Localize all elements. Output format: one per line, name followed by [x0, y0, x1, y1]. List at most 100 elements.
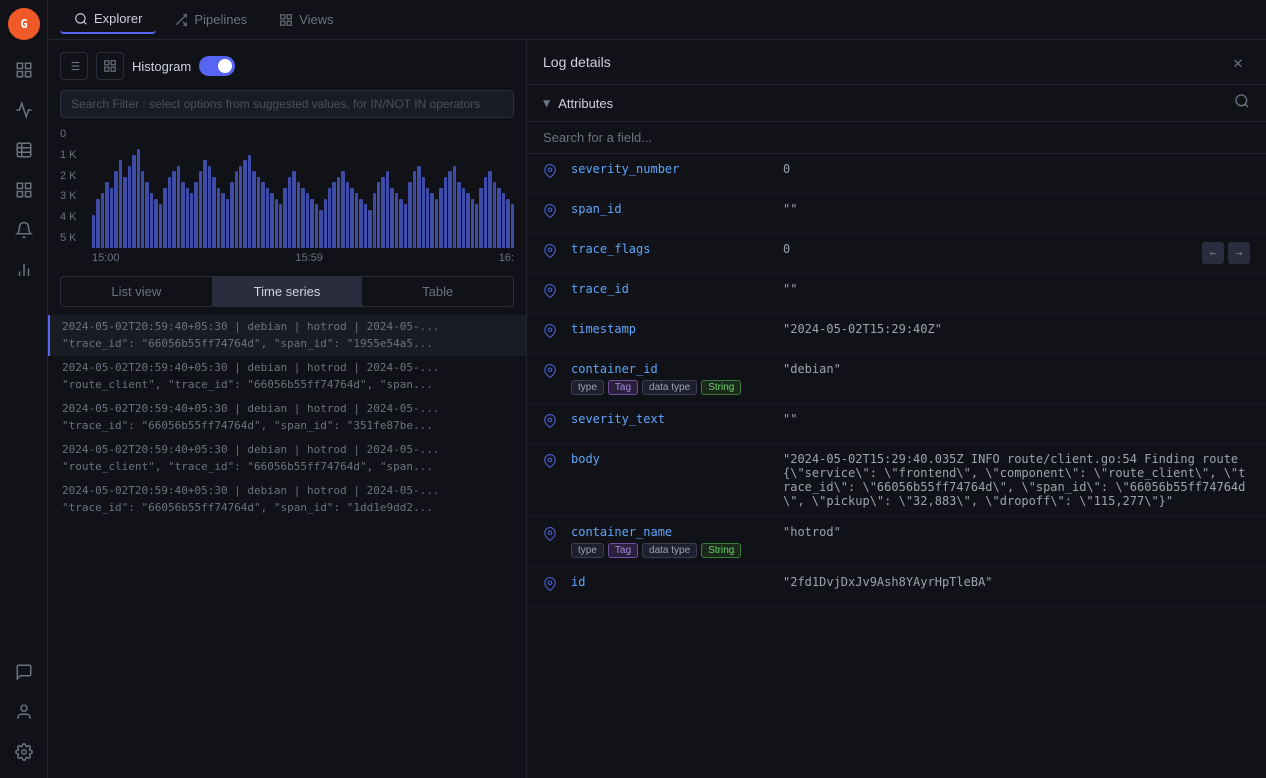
attribute-row[interactable]: span_id"" — [527, 194, 1266, 234]
attribute-row[interactable]: severity_text"" — [527, 404, 1266, 444]
chart-bar — [511, 204, 514, 248]
pin-icon — [543, 364, 559, 381]
attribute-row[interactable]: container_nametypeTagdata typeString"hot… — [527, 517, 1266, 567]
attribute-row[interactable]: timestamp "2024-05-02T15:29:40Z" — [527, 314, 1266, 354]
attribute-tag: type — [571, 543, 604, 558]
attribute-value-column: "2024-05-02T15:29:40Z" — [783, 322, 1250, 336]
attribute-row[interactable]: id"2fd1DvjDxJv9Ash8YAyrHpTleBА" — [527, 567, 1266, 607]
attribute-row[interactable]: severity_number0 — [527, 154, 1266, 194]
attribute-value: "2024-05-02T15:29:40Z" — [783, 322, 1250, 336]
log-entry[interactable]: 2024-05-02T20:59:40+05:30 | debian | hot… — [48, 397, 526, 438]
log-entry[interactable]: 2024-05-02T20:59:40+05:30 | debian | hot… — [48, 438, 526, 479]
chart-bar — [471, 199, 474, 249]
nav-tab-explorer[interactable]: Explorer — [60, 5, 156, 34]
attribute-value: 0 — [783, 242, 1194, 256]
chart-bar — [150, 193, 153, 248]
chart-bar — [408, 182, 411, 248]
attribute-row[interactable]: container_idtypeTagdata typeString"debia… — [527, 354, 1266, 404]
chart-bar — [257, 177, 260, 249]
histogram-toggle[interactable] — [199, 56, 235, 76]
grid-view-btn[interactable] — [96, 52, 124, 80]
attribute-value: "debian" — [783, 362, 1250, 376]
x-axis: 15:00 15:59 16: — [92, 248, 514, 264]
chart-bar — [186, 188, 189, 249]
chart-bar — [466, 193, 469, 248]
attribute-name: trace_id — [571, 282, 771, 296]
view-tabs: List view Time series Table — [60, 276, 514, 307]
chart-bar — [137, 149, 140, 248]
chart-bar — [395, 193, 398, 248]
main-content: Explorer Pipelines Views Histogram — [48, 0, 1266, 778]
chart-bar — [212, 177, 215, 249]
attribute-name: span_id — [571, 202, 771, 216]
sidebar-icon-settings[interactable] — [6, 734, 42, 770]
chart-bar — [373, 193, 376, 248]
close-button[interactable]: ✕ — [1226, 50, 1250, 74]
chart-bar — [462, 188, 465, 249]
chart-bar — [194, 182, 197, 248]
attribute-name-column: id — [571, 575, 771, 589]
log-details-panel: Log details ✕ ▼ Attributes severity_numb — [526, 40, 1266, 778]
nav-tab-pipelines-label: Pipelines — [194, 12, 247, 27]
chart-bar — [128, 166, 131, 249]
attribute-value: "2024-05-02T15:29:40.035Z INFO route/cli… — [783, 452, 1250, 508]
app-logo[interactable]: G — [8, 8, 40, 40]
chart-bar — [390, 188, 393, 249]
attribute-name: timestamp — [571, 322, 771, 336]
log-entry[interactable]: 2024-05-02T20:59:40+05:30 | debian | hot… — [48, 315, 526, 356]
chart-bar — [261, 182, 264, 248]
attribute-name: id — [571, 575, 771, 589]
sidebar-icon-grid[interactable] — [6, 172, 42, 208]
svg-text:G: G — [20, 17, 27, 31]
sidebar-icon-table[interactable] — [6, 132, 42, 168]
list-view-btn[interactable] — [60, 52, 88, 80]
log-line: "route_client", "trace_id": "66056b55ff7… — [62, 377, 514, 394]
log-entry[interactable]: 2024-05-02T20:59:40+05:30 | debian | hot… — [48, 356, 526, 397]
attribute-name: severity_number — [571, 162, 771, 176]
pin-icon — [543, 454, 559, 471]
chart-bar — [413, 171, 416, 248]
chart-bar — [386, 171, 389, 248]
chart-bar — [457, 182, 460, 248]
attribute-action-right[interactable]: → — [1228, 242, 1250, 264]
view-tab-list[interactable]: List view — [61, 277, 212, 306]
log-line: 2024-05-02T20:59:40+05:30 | debian | hot… — [62, 401, 514, 418]
sidebar-icon-activity[interactable] — [6, 92, 42, 128]
log-list: 2024-05-02T20:59:40+05:30 | debian | hot… — [48, 311, 526, 770]
attribute-action-left[interactable]: ← — [1202, 242, 1224, 264]
sidebar-icon-bell[interactable] — [6, 212, 42, 248]
chart-bar — [154, 199, 157, 249]
chart-bar — [297, 182, 300, 248]
attribute-name-column: span_id — [571, 202, 771, 216]
chart-bar — [319, 210, 322, 249]
chart-bar — [252, 171, 255, 248]
sidebar-icon-bubble[interactable] — [6, 654, 42, 690]
chart-bar — [190, 193, 193, 248]
chart-bar — [101, 193, 104, 248]
view-tab-table[interactable]: Table — [362, 277, 513, 306]
chart-bar — [377, 182, 380, 248]
attribute-row[interactable]: body"2024-05-02T15:29:40.035Z INFO route… — [527, 444, 1266, 517]
chart-bar — [497, 188, 500, 249]
view-tab-timeseries[interactable]: Time series — [212, 277, 363, 306]
chart-bar — [484, 177, 487, 249]
attribute-value: "" — [783, 282, 1250, 296]
log-entry[interactable]: 2024-05-02T20:59:40+05:30 | debian | hot… — [48, 479, 526, 520]
attribute-row[interactable]: trace_id "" — [527, 274, 1266, 314]
chart-bar — [364, 204, 367, 248]
sidebar-icon-chart[interactable] — [6, 52, 42, 88]
sidebar-icon-chart-line[interactable] — [6, 252, 42, 288]
search-filter[interactable]: Search Filter : select options from sugg… — [60, 90, 514, 118]
pin-icon — [543, 164, 559, 181]
chart-bar — [177, 166, 180, 249]
sidebar-icon-user[interactable] — [6, 694, 42, 730]
attribute-row[interactable]: trace_flags0←→ — [527, 234, 1266, 274]
x-label-16: 16: — [499, 252, 514, 264]
field-search-input[interactable] — [543, 130, 1250, 145]
nav-tab-views[interactable]: Views — [265, 6, 347, 33]
log-line: 2024-05-02T20:59:40+05:30 | debian | hot… — [62, 360, 514, 377]
chevron-icon[interactable]: ▼ — [543, 96, 550, 110]
nav-tab-pipelines[interactable]: Pipelines — [160, 6, 261, 33]
attributes-search-button[interactable] — [1234, 93, 1250, 113]
top-nav: Explorer Pipelines Views — [48, 0, 1266, 40]
